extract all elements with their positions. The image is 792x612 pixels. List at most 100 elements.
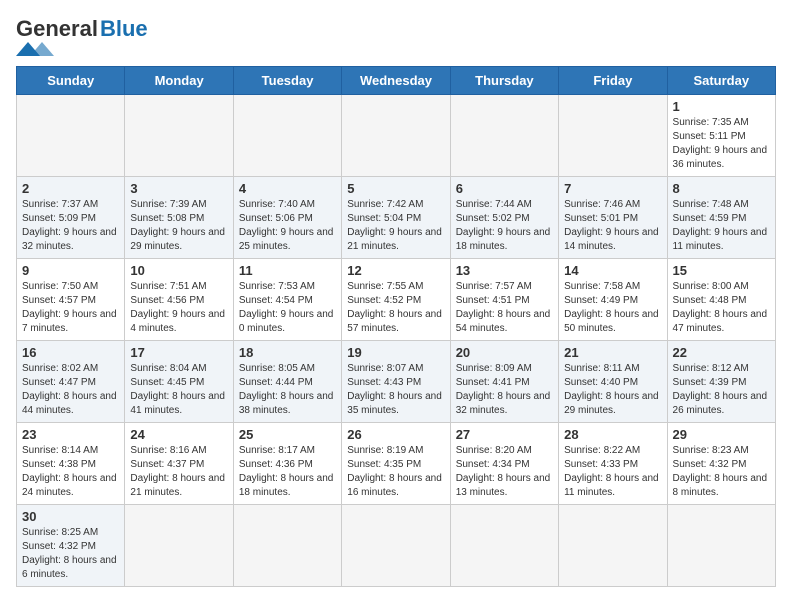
day-number: 23 (22, 427, 119, 442)
day-number: 22 (673, 345, 770, 360)
calendar-week-row: 30 Sunrise: 8:25 AMSunset: 4:32 PMDayligh… (17, 505, 776, 587)
day-number: 19 (347, 345, 444, 360)
day-number: 11 (239, 263, 336, 278)
day-info: Sunrise: 8:07 AMSunset: 4:43 PMDaylight:… (347, 362, 444, 418)
calendar-cell (342, 505, 450, 587)
day-number: 3 (130, 181, 227, 196)
calendar-cell: 17 Sunrise: 8:04 AMSunset: 4:45 PMDayligh… (125, 341, 233, 423)
day-info: Sunrise: 8:25 AMSunset: 4:32 PMDaylight:… (22, 526, 119, 582)
day-info: Sunrise: 7:46 AMSunset: 5:01 PMDaylight:… (564, 198, 661, 254)
calendar-cell: 24 Sunrise: 8:16 AMSunset: 4:37 PMDayligh… (125, 423, 233, 505)
calendar-cell: 10Sunrise: 7:51 AMSunset: 4:56 PMDayligh… (125, 259, 233, 341)
day-info: Sunrise: 7:55 AMSunset: 4:52 PMDaylight:… (347, 280, 444, 336)
day-info: Sunrise: 7:53 AMSunset: 4:54 PMDaylight:… (239, 280, 336, 336)
day-number: 18 (239, 345, 336, 360)
calendar-cell: 13Sunrise: 7:57 AMSunset: 4:51 PMDayligh… (450, 259, 558, 341)
calendar-cell: 21Sunrise: 8:11 AMSunset: 4:40 PMDayligh… (559, 341, 667, 423)
calendar-cell (233, 505, 341, 587)
day-info: Sunrise: 7:42 AMSunset: 5:04 PMDaylight:… (347, 198, 444, 254)
logo: General Blue (16, 16, 148, 56)
day-number: 2 (22, 181, 119, 196)
day-number: 7 (564, 181, 661, 196)
day-info: Sunrise: 8:12 AMSunset: 4:39 PMDaylight:… (673, 362, 770, 418)
day-info: Sunrise: 8:22 AMSunset: 4:33 PMDaylight:… (564, 444, 661, 500)
day-number: 16 (22, 345, 119, 360)
day-number: 21 (564, 345, 661, 360)
day-number: 27 (456, 427, 553, 442)
logo-general-text: General (16, 16, 98, 42)
day-number: 20 (456, 345, 553, 360)
day-number: 9 (22, 263, 119, 278)
calendar-cell (559, 505, 667, 587)
day-info: Sunrise: 7:35 AMSunset: 5:11 PMDaylight:… (673, 116, 770, 172)
day-number: 5 (347, 181, 444, 196)
weekday-header-tuesday: Tuesday (233, 67, 341, 95)
calendar-cell: 4 Sunrise: 7:40 AMSunset: 5:06 PMDaylight… (233, 177, 341, 259)
day-number: 4 (239, 181, 336, 196)
calendar-cell: 2 Sunrise: 7:37 AMSunset: 5:09 PMDaylight… (17, 177, 125, 259)
logo-blue-text: Blue (100, 16, 148, 42)
weekday-header-monday: Monday (125, 67, 233, 95)
day-info: Sunrise: 8:14 AMSunset: 4:38 PMDaylight:… (22, 444, 119, 500)
page-header: General Blue (16, 16, 776, 56)
day-info: Sunrise: 8:19 AMSunset: 4:35 PMDaylight:… (347, 444, 444, 500)
calendar-cell: 20 Sunrise: 8:09 AMSunset: 4:41 PMDayligh… (450, 341, 558, 423)
day-info: Sunrise: 7:37 AMSunset: 5:09 PMDaylight:… (22, 198, 119, 254)
calendar-cell: 16Sunrise: 8:02 AMSunset: 4:47 PMDayligh… (17, 341, 125, 423)
calendar-week-row: 23 Sunrise: 8:14 AMSunset: 4:38 PMDayligh… (17, 423, 776, 505)
calendar-cell: 30 Sunrise: 8:25 AMSunset: 4:32 PMDayligh… (17, 505, 125, 587)
day-info: Sunrise: 8:23 AMSunset: 4:32 PMDaylight:… (673, 444, 770, 500)
calendar-week-row: 16Sunrise: 8:02 AMSunset: 4:47 PMDayligh… (17, 341, 776, 423)
day-info: Sunrise: 7:48 AMSunset: 4:59 PMDaylight:… (673, 198, 770, 254)
day-number: 24 (130, 427, 227, 442)
calendar-cell: 7 Sunrise: 7:46 AMSunset: 5:01 PMDaylight… (559, 177, 667, 259)
calendar-cell (17, 95, 125, 177)
calendar-cell: 14 Sunrise: 7:58 AMSunset: 4:49 PMDayligh… (559, 259, 667, 341)
calendar-cell: 9Sunrise: 7:50 AMSunset: 4:57 PMDaylight… (17, 259, 125, 341)
day-number: 17 (130, 345, 227, 360)
calendar-cell: 15 Sunrise: 8:00 AMSunset: 4:48 PMDayligh… (667, 259, 775, 341)
day-number: 14 (564, 263, 661, 278)
day-number: 26 (347, 427, 444, 442)
weekday-header-wednesday: Wednesday (342, 67, 450, 95)
day-info: Sunrise: 7:57 AMSunset: 4:51 PMDaylight:… (456, 280, 553, 336)
calendar-cell: 29Sunrise: 8:23 AMSunset: 4:32 PMDayligh… (667, 423, 775, 505)
day-number: 30 (22, 509, 119, 524)
weekday-header-friday: Friday (559, 67, 667, 95)
calendar-week-row: 2 Sunrise: 7:37 AMSunset: 5:09 PMDaylight… (17, 177, 776, 259)
weekday-header-saturday: Saturday (667, 67, 775, 95)
calendar-cell: 5 Sunrise: 7:42 AMSunset: 5:04 PMDaylight… (342, 177, 450, 259)
day-number: 15 (673, 263, 770, 278)
day-number: 12 (347, 263, 444, 278)
day-info: Sunrise: 7:44 AMSunset: 5:02 PMDaylight:… (456, 198, 553, 254)
calendar-week-row: 1 Sunrise: 7:35 AMSunset: 5:11 PMDaylight… (17, 95, 776, 177)
calendar-cell (667, 505, 775, 587)
day-info: Sunrise: 8:00 AMSunset: 4:48 PMDaylight:… (673, 280, 770, 336)
day-number: 8 (673, 181, 770, 196)
calendar-cell: 3 Sunrise: 7:39 AMSunset: 5:08 PMDaylight… (125, 177, 233, 259)
day-info: Sunrise: 8:16 AMSunset: 4:37 PMDaylight:… (130, 444, 227, 500)
calendar-cell (342, 95, 450, 177)
day-info: Sunrise: 7:40 AMSunset: 5:06 PMDaylight:… (239, 198, 336, 254)
day-number: 1 (673, 99, 770, 114)
calendar-cell: 27 Sunrise: 8:20 AMSunset: 4:34 PMDayligh… (450, 423, 558, 505)
day-number: 10 (130, 263, 227, 278)
calendar-cell (233, 95, 341, 177)
day-number: 25 (239, 427, 336, 442)
day-number: 28 (564, 427, 661, 442)
weekday-header-row: SundayMondayTuesdayWednesdayThursdayFrid… (17, 67, 776, 95)
day-info: Sunrise: 7:58 AMSunset: 4:49 PMDaylight:… (564, 280, 661, 336)
day-info: Sunrise: 7:39 AMSunset: 5:08 PMDaylight:… (130, 198, 227, 254)
day-info: Sunrise: 8:17 AMSunset: 4:36 PMDaylight:… (239, 444, 336, 500)
day-info: Sunrise: 8:05 AMSunset: 4:44 PMDaylight:… (239, 362, 336, 418)
day-info: Sunrise: 8:09 AMSunset: 4:41 PMDaylight:… (456, 362, 553, 418)
day-info: Sunrise: 8:04 AMSunset: 4:45 PMDaylight:… (130, 362, 227, 418)
calendar-cell (450, 505, 558, 587)
day-info: Sunrise: 8:20 AMSunset: 4:34 PMDaylight:… (456, 444, 553, 500)
calendar-cell (125, 95, 233, 177)
calendar-cell: 11 Sunrise: 7:53 AMSunset: 4:54 PMDayligh… (233, 259, 341, 341)
weekday-header-thursday: Thursday (450, 67, 558, 95)
calendar-cell: 6Sunrise: 7:44 AMSunset: 5:02 PMDaylight… (450, 177, 558, 259)
calendar-cell: 23 Sunrise: 8:14 AMSunset: 4:38 PMDayligh… (17, 423, 125, 505)
calendar-cell (559, 95, 667, 177)
